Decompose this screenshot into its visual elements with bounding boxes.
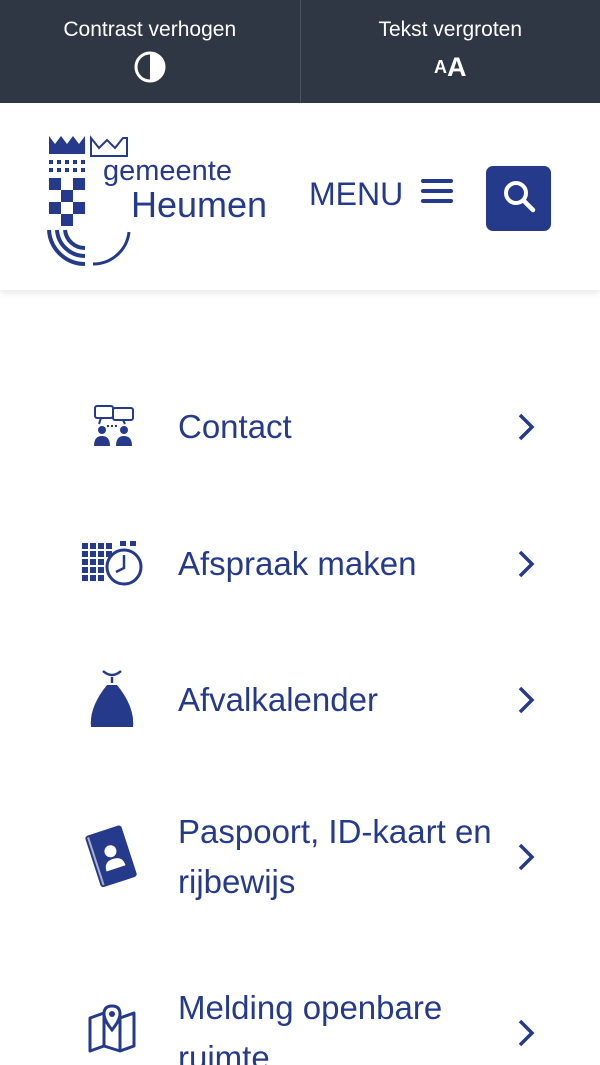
nav-item-label: Afspraak maken: [178, 545, 417, 582]
contrast-icon: [133, 51, 167, 83]
nav-item-label: Paspoort, ID-kaart en rijbewijs: [178, 813, 492, 900]
contact-icon: [80, 402, 144, 452]
logo-line-gemeente: gemeente: [103, 155, 232, 187]
logo-line-heumen: Heumen: [131, 184, 268, 225]
logo-text: gemeente Heumen: [103, 156, 267, 224]
nav-item-label: Contact: [178, 408, 292, 445]
chevron-right-icon: [514, 685, 538, 715]
search-button[interactable]: [486, 166, 551, 231]
menu-button[interactable]: MENU: [309, 176, 454, 213]
hamburger-icon: [421, 176, 454, 213]
textsize-big-a: A: [447, 51, 467, 82]
calendar-clock-icon: [80, 539, 144, 589]
textsize-icon: AA: [434, 51, 467, 83]
contrast-button[interactable]: Contrast verhogen: [0, 0, 300, 103]
nav-item-contact[interactable]: Contact: [0, 402, 600, 452]
chevron-right-icon: [514, 1018, 538, 1048]
textsize-label: Tekst vergroten: [378, 18, 523, 41]
nav-item-paspoort[interactable]: Paspoort, ID-kaart en rijbewijs: [0, 807, 600, 907]
textsize-button[interactable]: Tekst vergroten AA: [299, 0, 600, 103]
accessibility-bar: Contrast verhogen Tekst vergroten AA: [0, 0, 600, 103]
contrast-label: Contrast verhogen: [63, 18, 237, 41]
chevron-right-icon: [514, 549, 538, 579]
nav-item-afspraak-maken[interactable]: Afspraak maken: [0, 539, 600, 589]
nav-item-afvalkalender[interactable]: Afvalkalender: [0, 670, 600, 727]
chevron-right-icon: [514, 842, 538, 872]
site-header: gemeente Heumen MENU: [0, 103, 600, 290]
chevron-right-icon: [514, 412, 538, 442]
nav-item-melding-openbare-ruimte[interactable]: Melding openbare ruimte: [0, 983, 600, 1065]
map-pin-icon: [80, 1001, 144, 1057]
textsize-small-a: A: [434, 57, 447, 77]
quick-links: Contact Afspraak maken Afvalkalender Pas…: [0, 290, 600, 1065]
passport-icon: [80, 823, 144, 889]
waste-bag-icon: [80, 667, 144, 733]
nav-item-label: Afvalkalender: [178, 681, 378, 718]
nav-item-label: Melding openbare ruimte: [178, 989, 443, 1065]
search-icon: [502, 179, 536, 218]
menu-label: MENU: [309, 176, 404, 212]
